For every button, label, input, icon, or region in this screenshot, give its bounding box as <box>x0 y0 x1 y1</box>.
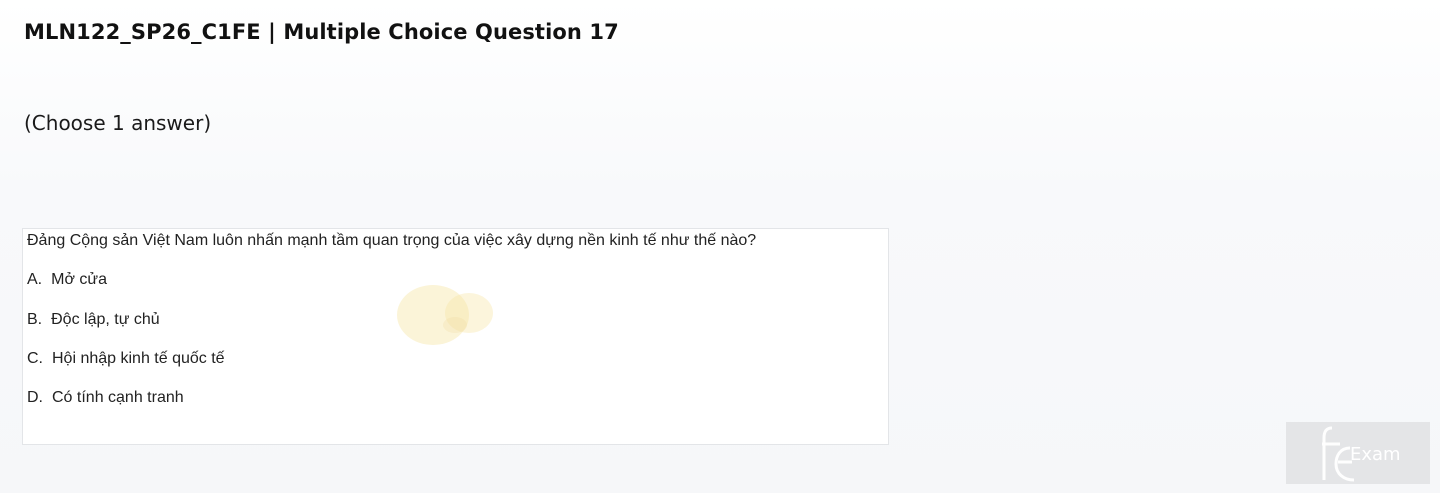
answer-instruction: (Choose 1 answer) <box>24 111 212 135</box>
option-d-text: Có tính cạnh tranh <box>52 389 184 406</box>
option-b: B. Độc lập, tự chủ <box>27 311 160 329</box>
page-title: MLN122_SP26_C1FE | Multiple Choice Quest… <box>24 20 619 44</box>
watermark-icon <box>397 285 493 345</box>
option-c-letter: C. <box>27 350 43 367</box>
question-panel: Đảng Cộng sản Việt Nam luôn nhấn mạnh tầ… <box>22 228 889 445</box>
option-b-letter: B. <box>27 311 43 328</box>
option-a-letter: A. <box>27 271 43 288</box>
option-c-text: Hội nhập kinh tế quốc tế <box>52 350 225 367</box>
option-c: C. Hội nhập kinh tế quốc tế <box>27 350 225 368</box>
option-d: D. Có tính cạnh tranh <box>27 389 184 407</box>
option-a: A. Mở cửa <box>27 271 107 289</box>
option-b-text: Độc lập, tự chủ <box>51 311 160 328</box>
fe-exam-logo: Exam <box>1286 422 1430 484</box>
option-a-text: Mở cửa <box>51 271 107 288</box>
fe-logo-text: Exam <box>1350 444 1401 465</box>
question-text: Đảng Cộng sản Việt Nam luôn nhấn mạnh tầ… <box>27 232 757 249</box>
option-d-letter: D. <box>27 389 43 406</box>
